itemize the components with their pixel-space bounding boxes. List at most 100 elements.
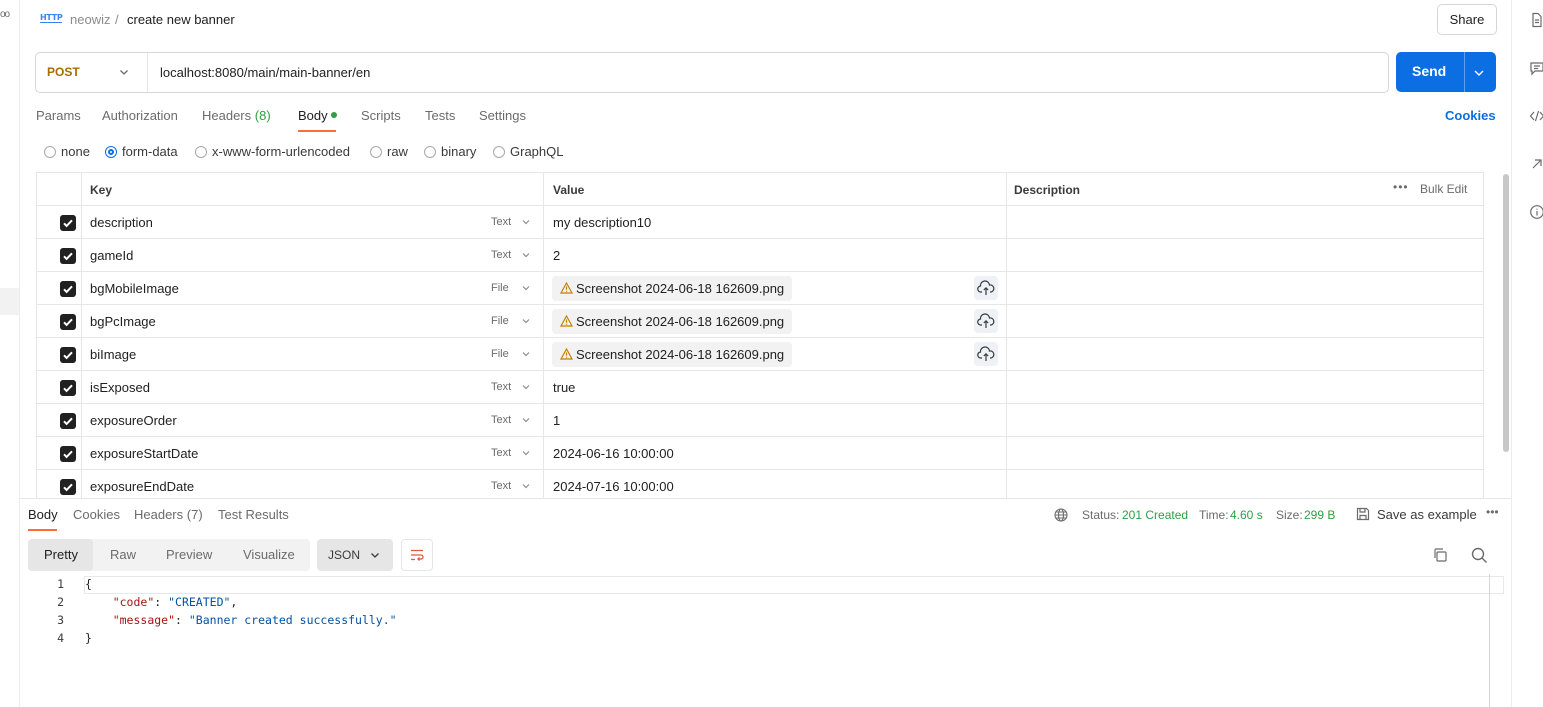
row-type-select[interactable]: Text (491, 480, 511, 492)
send-button[interactable]: Send (1396, 52, 1496, 92)
file-chip[interactable]: Screenshot 2024-06-18 162609.png (552, 309, 792, 334)
checkbox-icon[interactable] (60, 479, 76, 495)
search-icon[interactable] (1471, 547, 1488, 564)
table-row: bgMobileImage File Screenshot 2024-06-18 1… (36, 272, 1484, 305)
row-key[interactable]: exposureOrder (90, 413, 177, 428)
chevron-down-icon[interactable] (1472, 66, 1486, 80)
checkbox-icon[interactable] (60, 380, 76, 396)
row-type-select[interactable]: File (491, 282, 509, 294)
row-type-select[interactable]: File (491, 315, 509, 327)
share-button[interactable]: Share (1437, 4, 1497, 35)
chevron-down-icon[interactable] (521, 316, 531, 326)
row-key[interactable]: gameId (90, 248, 133, 263)
row-key[interactable]: exposureStartDate (90, 446, 198, 461)
request-title[interactable]: create new banner (127, 12, 235, 27)
column-header-value: Value (553, 183, 585, 197)
status-value[interactable]: 201 Created (1122, 508, 1188, 522)
size-value[interactable]: 299 B (1304, 508, 1335, 522)
row-type-select[interactable]: Text (491, 414, 511, 426)
tab-tests[interactable]: Tests (425, 108, 455, 123)
table-row: isExposed Text true (36, 371, 1484, 404)
row-type-select[interactable]: Text (491, 381, 511, 393)
file-chip[interactable]: Screenshot 2024-06-18 162609.png (552, 342, 792, 367)
url-input[interactable]: localhost:8080/main/main-banner/en (160, 65, 370, 80)
row-value[interactable]: 2024-07-16 10:00:00 (553, 479, 674, 494)
save-icon[interactable] (1356, 507, 1370, 521)
breadcrumb-workspace[interactable]: neowiz (70, 12, 110, 27)
mode-preview[interactable]: Preview (166, 547, 212, 562)
copy-icon[interactable] (1432, 547, 1448, 563)
cloud-upload-icon[interactable] (974, 342, 998, 366)
code-icon[interactable] (1529, 108, 1543, 124)
document-icon[interactable] (1529, 12, 1543, 28)
row-type-select[interactable]: Text (491, 216, 511, 228)
row-key[interactable]: bgPcImage (90, 314, 156, 329)
chevron-down-icon[interactable] (521, 415, 531, 425)
tab-params[interactable]: Params (36, 108, 81, 123)
checkbox-icon[interactable] (60, 314, 76, 330)
row-key[interactable]: biImage (90, 347, 136, 362)
response-code-editor[interactable]: 1 2 3 4 { "code": "CREATED", "message": … (28, 574, 1504, 707)
arrow-icon[interactable] (1529, 156, 1543, 172)
tab-scripts[interactable]: Scripts (361, 108, 401, 123)
row-key[interactable]: bgMobileImage (90, 281, 179, 296)
wrap-lines-button[interactable] (401, 539, 433, 571)
row-type-select[interactable]: File (491, 348, 509, 360)
method-select[interactable]: POST (36, 53, 148, 92)
row-key[interactable]: isExposed (90, 380, 150, 395)
checkbox-icon[interactable] (60, 446, 76, 462)
comment-icon[interactable] (1529, 60, 1543, 76)
row-type-select[interactable]: Text (491, 249, 511, 261)
row-value[interactable]: 2 (553, 248, 560, 263)
mode-raw[interactable]: Raw (110, 547, 136, 562)
editor-scrollbar[interactable] (1489, 574, 1490, 707)
row-value[interactable]: 1 (553, 413, 560, 428)
tab-test-results[interactable]: Test Results (218, 507, 289, 522)
tab-headers[interactable]: Headers (8) (202, 108, 271, 123)
cookies-link[interactable]: Cookies (1445, 108, 1496, 123)
tab-body[interactable]: Body (298, 108, 337, 123)
file-chip[interactable]: Screenshot 2024-06-18 162609.png (552, 276, 792, 301)
row-type-select[interactable]: Text (491, 447, 511, 459)
chevron-down-icon[interactable] (521, 250, 531, 260)
chevron-down-icon[interactable] (521, 382, 531, 392)
chevron-down-icon[interactable] (521, 349, 531, 359)
row-value[interactable]: 2024-06-16 10:00:00 (553, 446, 674, 461)
mode-pretty[interactable]: Pretty (44, 547, 78, 562)
chevron-down-icon[interactable] (521, 481, 531, 491)
response-divider[interactable] (20, 498, 1511, 499)
body-type-radios: none form-data x-www-form-urlencoded raw… (44, 144, 844, 162)
row-key[interactable]: exposureEndDate (90, 479, 194, 494)
tab-response-body[interactable]: Body (28, 507, 58, 522)
tab-response-headers[interactable]: Headers (7) (134, 507, 203, 522)
mode-visualize[interactable]: Visualize (243, 547, 295, 562)
row-value[interactable]: my description10 (553, 215, 651, 230)
tab-settings[interactable]: Settings (479, 108, 526, 123)
format-select[interactable]: JSON (317, 539, 393, 571)
chevron-down-icon[interactable] (521, 448, 531, 458)
more-options-icon[interactable]: ••• (1486, 505, 1499, 519)
checkbox-icon[interactable] (60, 347, 76, 363)
sidebar-selected-item[interactable] (0, 288, 19, 315)
table-row: bgPcImage File Screenshot 2024-06-18 16260… (36, 305, 1484, 338)
tab-authorization[interactable]: Authorization (102, 108, 178, 123)
checkbox-icon[interactable] (60, 413, 76, 429)
bulk-edit-button[interactable]: Bulk Edit (1420, 182, 1467, 196)
chevron-down-icon[interactable] (521, 283, 531, 293)
more-options-icon[interactable]: ••• (1393, 180, 1409, 194)
checkbox-icon[interactable] (60, 281, 76, 297)
checkbox-icon[interactable] (60, 215, 76, 231)
save-as-example-button[interactable]: Save as example (1377, 507, 1477, 522)
info-icon[interactable] (1529, 204, 1543, 220)
checkbox-icon[interactable] (60, 248, 76, 264)
cloud-upload-icon[interactable] (974, 276, 998, 300)
tab-response-cookies[interactable]: Cookies (73, 507, 120, 522)
row-value[interactable]: true (553, 380, 575, 395)
cloud-upload-icon[interactable] (974, 309, 998, 333)
chevron-down-icon[interactable] (521, 217, 531, 227)
globe-icon[interactable] (1054, 508, 1068, 522)
row-key[interactable]: description (90, 215, 153, 230)
table-scrollbar[interactable] (1503, 174, 1509, 452)
time-value[interactable]: 4.60 s (1230, 508, 1263, 522)
more-icon[interactable]: oo (0, 9, 10, 20)
